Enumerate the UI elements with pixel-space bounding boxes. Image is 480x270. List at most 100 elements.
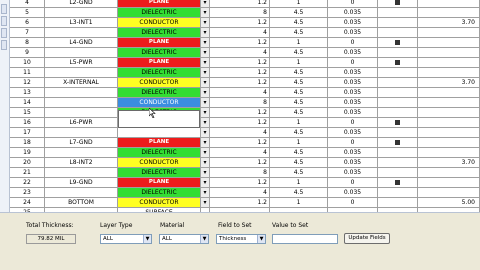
layer-type-cell[interactable]: CONDUCTOR [118, 158, 201, 168]
dropdown-arrow-icon[interactable]: ▾ [201, 8, 210, 18]
checkbox-cell[interactable] [378, 178, 418, 188]
table-row[interactable]: 16 L6-PWR ▾ 1.2 1 0 [10, 118, 480, 128]
checkbox-cell[interactable] [378, 38, 418, 48]
layer-name-cell[interactable]: L5-PWR [45, 58, 118, 68]
thickness-cell[interactable]: 4 [210, 28, 270, 38]
loss-tangent-cell[interactable]: 0.035 [328, 128, 378, 138]
checkbox-cell[interactable] [378, 78, 418, 88]
checkbox-cell[interactable] [378, 0, 418, 8]
layer-name-cell[interactable] [45, 8, 118, 18]
layer-name-cell[interactable] [45, 128, 118, 138]
impedance-cell[interactable] [418, 168, 480, 178]
loss-tangent-cell[interactable]: 0 [328, 118, 378, 128]
layer-type-dropdown-list[interactable] [118, 110, 200, 128]
thickness-cell[interactable]: 1.2 [210, 158, 270, 168]
checkbox-cell[interactable] [378, 188, 418, 198]
checkbox-cell[interactable] [378, 68, 418, 78]
table-row[interactable]: 4 L2-GND PLANE ▾ 1.2 1 0 [10, 0, 480, 8]
strip-tab-icon[interactable] [1, 4, 7, 14]
loss-tangent-cell[interactable]: 0.035 [328, 68, 378, 78]
thickness-cell[interactable]: 1.2 [210, 0, 270, 8]
thickness-cell[interactable]: 4 [210, 128, 270, 138]
dielectric-constant-cell[interactable]: 1 [270, 178, 328, 188]
layer-name-cell[interactable]: L6-PWR [45, 118, 118, 128]
loss-tangent-cell[interactable]: 0.035 [328, 168, 378, 178]
dielectric-constant-cell[interactable]: 1 [270, 58, 328, 68]
strip-tab-icon[interactable] [1, 28, 7, 38]
thickness-cell[interactable]: 8 [210, 98, 270, 108]
checkbox-cell[interactable] [378, 118, 418, 128]
impedance-cell[interactable] [418, 58, 480, 68]
layer-name-cell[interactable]: X-INTERNAL [45, 78, 118, 88]
thickness-cell[interactable]: 1.2 [210, 38, 270, 48]
dielectric-constant-cell[interactable]: 4.5 [270, 18, 328, 28]
table-row[interactable]: 18 L7-GND PLANE ▾ 1.2 1 0 [10, 138, 480, 148]
layer-type-cell[interactable]: PLANE [118, 0, 201, 8]
thickness-cell[interactable]: 4 [210, 48, 270, 58]
impedance-cell[interactable] [418, 148, 480, 158]
checkbox-icon[interactable] [395, 120, 400, 125]
layer-type-cell[interactable]: CONDUCTOR [118, 98, 201, 108]
layer-name-cell[interactable] [45, 168, 118, 178]
table-row[interactable]: 17 ▾ 4 4.5 0.035 [10, 128, 480, 138]
impedance-cell[interactable] [418, 38, 480, 48]
impedance-cell[interactable] [418, 0, 480, 8]
impedance-cell[interactable] [418, 98, 480, 108]
impedance-cell[interactable] [418, 178, 480, 188]
checkbox-cell[interactable] [378, 128, 418, 138]
dielectric-constant-cell[interactable]: 4.5 [270, 78, 328, 88]
layer-name-cell[interactable] [45, 28, 118, 38]
layer-name-cell[interactable]: BOTTOM [45, 198, 118, 208]
dielectric-constant-cell[interactable]: 1 [270, 38, 328, 48]
dielectric-constant-cell[interactable]: 1 [270, 138, 328, 148]
thickness-cell[interactable]: 1.2 [210, 18, 270, 28]
checkbox-cell[interactable] [378, 138, 418, 148]
dielectric-constant-cell[interactable]: 4.5 [270, 48, 328, 58]
table-row[interactable]: 9 DIELECTRIC ▾ 4 4.5 0.035 [10, 48, 480, 58]
chevron-down-icon[interactable]: ▼ [257, 235, 265, 243]
thickness-cell[interactable]: 8 [210, 168, 270, 178]
layer-name-cell[interactable] [45, 98, 118, 108]
impedance-cell[interactable] [418, 118, 480, 128]
layer-type-cell[interactable]: CONDUCTOR [118, 198, 201, 208]
layer-name-cell[interactable]: L9-GND [45, 178, 118, 188]
table-row[interactable]: 21 DIELECTRIC ▾ 8 4.5 0.035 [10, 168, 480, 178]
loss-tangent-cell[interactable]: 0.035 [328, 88, 378, 98]
loss-tangent-cell[interactable]: 0.035 [328, 28, 378, 38]
update-fields-button[interactable]: Update Fields [344, 233, 390, 244]
checkbox-cell[interactable] [378, 108, 418, 118]
checkbox-icon[interactable] [395, 0, 400, 5]
loss-tangent-cell[interactable]: 0 [328, 198, 378, 208]
table-row[interactable]: 24 BOTTOM CONDUCTOR ▾ 1.2 1 0 5.00 [10, 198, 480, 208]
layer-name-cell[interactable] [45, 188, 118, 198]
material-select[interactable]: ALL ▼ [159, 234, 209, 244]
layer-type-cell[interactable]: PLANE [118, 38, 201, 48]
dielectric-constant-cell[interactable]: 4.5 [270, 158, 328, 168]
table-row[interactable]: 7 DIELECTRIC ▾ 4 4.5 0.035 [10, 28, 480, 38]
impedance-cell[interactable] [418, 28, 480, 38]
checkbox-cell[interactable] [378, 168, 418, 178]
dropdown-arrow-icon[interactable]: ▾ [201, 58, 210, 68]
checkbox-icon[interactable] [395, 180, 400, 185]
checkbox-cell[interactable] [378, 158, 418, 168]
dropdown-arrow-icon[interactable]: ▾ [201, 168, 210, 178]
layer-type-select[interactable]: ALL ▼ [100, 234, 152, 244]
table-row[interactable]: 11 DIELECTRIC ▾ 1.2 4.5 0.035 [10, 68, 480, 78]
loss-tangent-cell[interactable]: 0 [328, 38, 378, 48]
impedance-cell[interactable]: 5.00 [418, 198, 480, 208]
dropdown-arrow-icon[interactable]: ▾ [201, 48, 210, 58]
dropdown-arrow-icon[interactable]: ▾ [201, 178, 210, 188]
dielectric-constant-cell[interactable]: 4.5 [270, 108, 328, 118]
layer-name-cell[interactable]: L4-GND [45, 38, 118, 48]
dielectric-constant-cell[interactable]: 4.5 [270, 68, 328, 78]
table-row[interactable]: 22 L9-GND PLANE ▾ 1.2 1 0 [10, 178, 480, 188]
value-to-set-input[interactable] [272, 234, 338, 244]
layer-type-cell[interactable]: DIELECTRIC [118, 48, 201, 58]
loss-tangent-cell[interactable]: 0 [328, 58, 378, 68]
loss-tangent-cell[interactable]: 0 [328, 178, 378, 188]
dielectric-constant-cell[interactable]: 1 [270, 0, 328, 8]
table-row[interactable]: 14 CONDUCTOR ▾ 8 4.5 0.035 [10, 98, 480, 108]
impedance-cell[interactable] [418, 68, 480, 78]
layer-type-cell[interactable]: PLANE [118, 178, 201, 188]
field-to-set-select[interactable]: Thickness ▼ [216, 234, 266, 244]
